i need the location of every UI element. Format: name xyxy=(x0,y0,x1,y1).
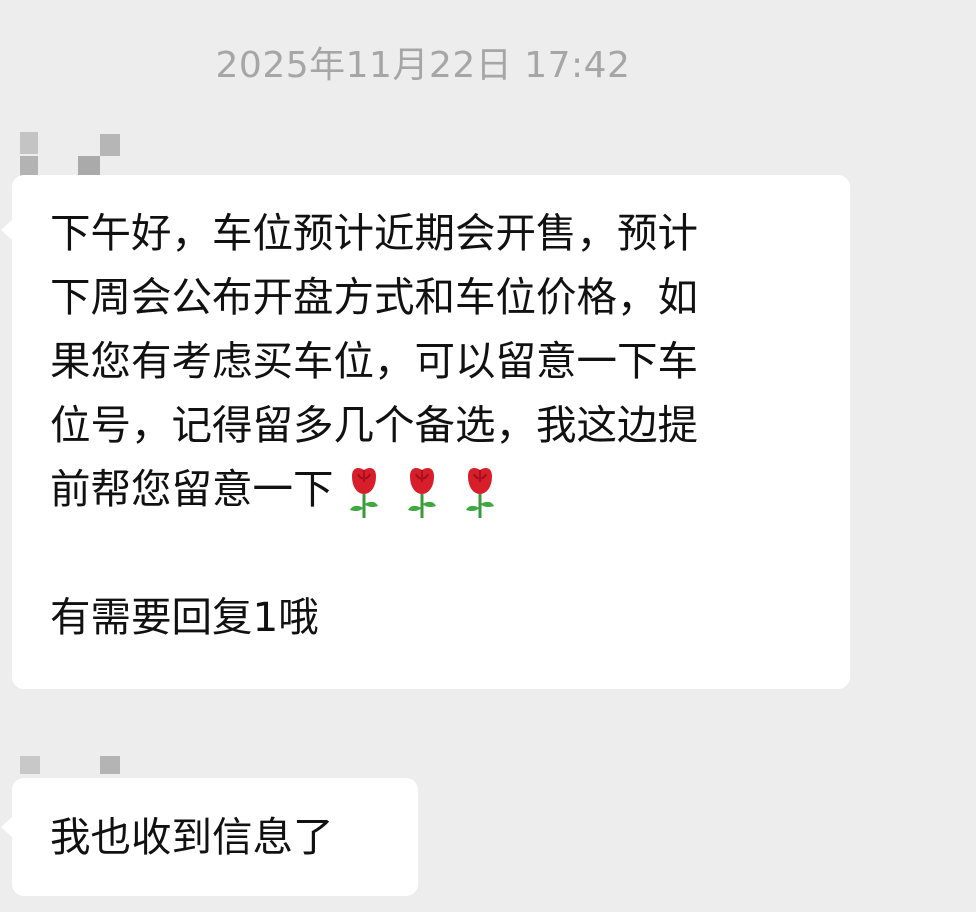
message-text: 我也收到信息了 xyxy=(50,813,334,861)
message-bubble-2[interactable]: 我也收到信息了 xyxy=(1,778,418,896)
message-line: 下午好，车位预计近期会开售，预计 xyxy=(50,209,698,257)
message-line-with-emoji: 前帮您留意一下 xyxy=(50,457,826,521)
message-line: 下周会公布开盘方式和车位价格，如 xyxy=(50,273,698,321)
rose-icon xyxy=(465,468,494,518)
message-timestamp: 2025年11月22日 17:42 xyxy=(215,45,631,86)
message-line-text: 前帮您留意一下 xyxy=(50,465,334,513)
message-bubble-1[interactable]: 下午好，车位预计近期会开售，预计 下周会公布开盘方式和车位价格，如 果您有考虑买… xyxy=(1,175,850,689)
message-followup: 有需要回复1哦 xyxy=(50,593,319,641)
rose-icon xyxy=(349,468,378,518)
reply-avatar-pixelated[interactable] xyxy=(20,756,120,778)
sender-avatar-pixelated[interactable] xyxy=(20,132,120,176)
message-spacer xyxy=(50,521,826,585)
rose-icon xyxy=(407,468,436,518)
message-line: 果您有考虑买车位，可以留意一下车 xyxy=(50,337,698,385)
rose-emoji-group xyxy=(342,464,502,520)
message-line: 位号，记得留多几个备选，我这边提 xyxy=(50,401,698,449)
